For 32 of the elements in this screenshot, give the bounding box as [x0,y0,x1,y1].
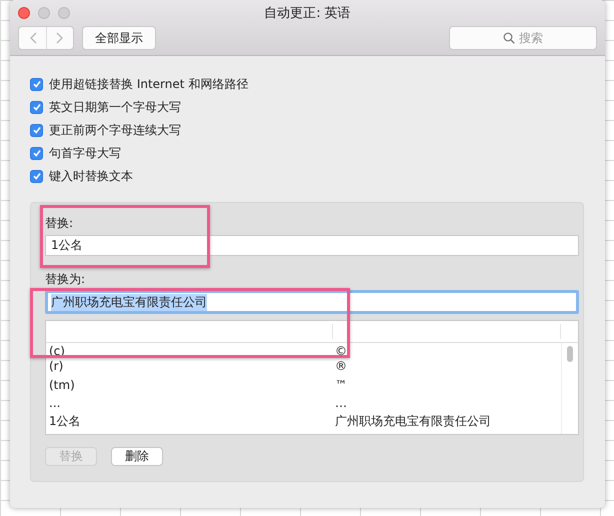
field-label: 替换: [45,215,74,231]
table-cell-text: ... [49,396,62,410]
search-placeholder: 搜索 [519,30,543,46]
field-label: 替换为: [45,271,86,287]
scrollbar-thumb[interactable] [567,346,573,362]
close-icon[interactable] [18,7,30,19]
option-label: 英文日期第一个字母大写 [49,98,181,116]
checkbox[interactable] [30,78,43,90]
option-label: 使用超链接替换 Internet 和网络路径 [49,76,248,92]
option-label: 更正前两个字母连续大写 [49,122,181,138]
input-field[interactable]: 1公名 [45,235,579,256]
input-field[interactable]: 广州职场充电宝有限责任公司 [45,290,579,314]
checkbox[interactable] [30,100,43,114]
table-cell-text: 1公名 [49,413,82,430]
option-label: 键入时替换文本 [49,168,133,184]
show-all-button[interactable]: 全部显示 [82,26,156,50]
action-button[interactable]: 删除 [111,447,163,466]
table-cell-text: (tm) [49,378,76,392]
table-cell-text: … [335,396,348,410]
checkbox[interactable] [30,146,43,160]
checkbox[interactable] [30,124,43,136]
checkbox[interactable] [30,170,43,182]
window-title: 自动更正: 英语 [264,5,351,22]
chevron-left-icon [28,32,36,44]
option-label: 句首字母大写 [49,144,121,162]
table-cell-text: ® [335,359,348,374]
table-cell-text: 广州职场充电宝有限责任公司 [335,413,492,430]
table-cell-text: (r) [49,359,64,374]
search-icon [503,32,515,44]
table-cell-text: ™ [335,378,348,392]
chevron-right-icon [56,32,64,44]
table-cell-text: © [335,345,348,357]
